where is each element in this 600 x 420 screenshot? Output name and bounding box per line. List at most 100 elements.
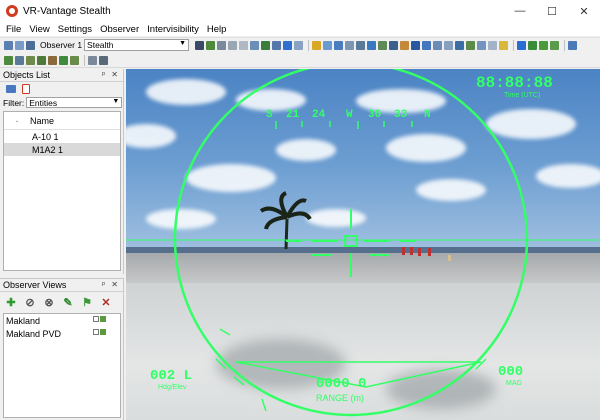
effects-icon[interactable] (400, 40, 410, 50)
network-icon[interactable] (88, 55, 97, 65)
list-item-selected[interactable]: M1A2 1 (4, 143, 120, 156)
weather-icon[interactable] (334, 40, 344, 50)
grid-icon[interactable] (239, 40, 249, 50)
list-item[interactable]: Makland (4, 314, 120, 327)
objects-list-toolbar (0, 82, 123, 96)
filter-value: Entities (29, 97, 58, 108)
sun-icon[interactable] (312, 40, 322, 50)
measure-icon[interactable] (294, 40, 304, 50)
truck-icon[interactable] (15, 55, 24, 65)
supply-icon[interactable] (48, 55, 57, 65)
list-item-label: M1A2 1 (32, 144, 64, 155)
menu-help[interactable]: Help (203, 24, 231, 35)
hud-compass: S 21 24 W 30 33 N (266, 109, 431, 121)
observer-views-title: Observer Views (3, 280, 67, 290)
toolbar-divider (513, 39, 515, 51)
orbit-icon[interactable] (550, 40, 560, 50)
route-icon[interactable] (466, 40, 476, 50)
maximize-button[interactable]: ☐ (536, 0, 568, 22)
add-view-icon[interactable]: ✚ (5, 296, 17, 309)
observer-mode-select[interactable]: Stealth ▼ (84, 39, 190, 51)
observer-mode-value: Stealth (87, 40, 114, 50)
filter-label: Filter: (3, 97, 25, 108)
settings-icon[interactable] (568, 40, 578, 50)
edit-view-icon[interactable]: ✎ (62, 296, 74, 309)
column-header-name[interactable]: Name (30, 116, 54, 126)
track-icon[interactable] (283, 40, 293, 50)
tank-icon[interactable] (4, 55, 13, 65)
crosshair-icon (286, 209, 416, 277)
move-left-icon[interactable] (517, 40, 527, 50)
app-logo-icon (6, 5, 18, 17)
overlay-icon[interactable] (422, 40, 432, 50)
compass-30: 30 (368, 109, 381, 121)
fog-icon[interactable] (345, 40, 355, 50)
save-view-icon[interactable]: ⚑ (81, 296, 93, 309)
plane-icon[interactable] (195, 40, 205, 50)
attach-icon[interactable] (528, 40, 538, 50)
record-icon[interactable] (477, 40, 487, 50)
list-item-label: A-10 1 (32, 131, 59, 142)
filter-row: Filter: Entities ▼ (0, 96, 123, 109)
menu-settings[interactable]: Settings (54, 24, 96, 35)
menu-view[interactable]: View (25, 24, 53, 35)
entity-icon[interactable] (250, 40, 260, 50)
crosshair-icon[interactable] (228, 40, 238, 50)
screenshot-icon[interactable] (488, 40, 498, 50)
infantry-icon[interactable] (59, 55, 68, 65)
clipboard-icon[interactable] (22, 84, 30, 94)
filter-select[interactable]: Entities ▼ (26, 97, 123, 108)
menu-intervisibility[interactable]: Intervisibility (143, 24, 203, 35)
hud-overlay: S 21 24 W 30 33 N 88:88:88 Time (UTC) 00… (126, 69, 600, 417)
tank-icon[interactable] (206, 40, 216, 50)
water-icon[interactable] (367, 40, 377, 50)
camera-icon[interactable] (272, 40, 282, 50)
sky-icon[interactable] (323, 40, 333, 50)
observer-label: Observer 1 (40, 40, 83, 50)
panel-pin-close-icon[interactable]: ᵖ ✕ (102, 70, 120, 79)
checkbox-icon[interactable] (93, 316, 99, 322)
close-button[interactable]: ✕ (568, 0, 600, 22)
link-icon[interactable]: ⊘ (24, 296, 36, 309)
view-flags (93, 316, 106, 322)
objects-list-header: Objects List ᵖ ✕ (0, 69, 123, 82)
observer-views-toolbar: ✚ ⊘ ⊗ ✎ ⚑ ✕ (0, 292, 123, 312)
artillery-icon[interactable] (70, 55, 79, 65)
label-icon[interactable] (433, 40, 443, 50)
map-icon[interactable] (455, 40, 465, 50)
minimize-button[interactable]: — (504, 0, 536, 22)
compass-33: 33 (394, 109, 408, 121)
toolbar-divider (308, 39, 310, 51)
list-item[interactable]: Makland PVD (4, 327, 120, 340)
delete-view-icon[interactable]: ✕ (100, 296, 112, 309)
collapse-icon[interactable]: - (4, 116, 30, 126)
rain-icon[interactable] (356, 40, 366, 50)
layout-icon[interactable] (4, 40, 13, 50)
status-icon (100, 329, 106, 335)
email-icon[interactable] (6, 85, 16, 93)
objects-list-title: Objects List (3, 70, 51, 80)
unlink-icon[interactable]: ⊗ (43, 296, 55, 309)
hud-left-value: 002 L (150, 368, 192, 384)
playback-icon[interactable] (99, 55, 108, 65)
apc-icon[interactable] (37, 55, 46, 65)
terrain-icon[interactable] (261, 40, 271, 50)
panel-pin-close-icon[interactable]: ᵖ ✕ (102, 280, 120, 289)
menu-observer[interactable]: Observer (96, 24, 143, 35)
highlight-icon[interactable] (499, 40, 509, 50)
menu-file[interactable]: File (2, 24, 25, 35)
follow-icon[interactable] (539, 40, 549, 50)
observer-views-panel: Observer Views ᵖ ✕ ✚ ⊘ ⊗ ✎ ⚑ ✕ Makland M… (0, 278, 124, 420)
vegetation-icon[interactable] (378, 40, 388, 50)
sensor-icon[interactable] (411, 40, 421, 50)
vehicle-icon[interactable] (26, 55, 35, 65)
list-item[interactable]: A-10 1 (4, 130, 120, 143)
hud-icon[interactable] (444, 40, 454, 50)
checkbox-icon[interactable] (93, 329, 99, 335)
objects-list-panel: Objects List ᵖ ✕ Filter: Entities ▼ - Na… (0, 69, 124, 274)
window-icon[interactable] (15, 40, 24, 50)
cursor-icon[interactable] (217, 40, 227, 50)
display-icon[interactable] (26, 40, 35, 50)
lighting-icon[interactable] (389, 40, 399, 50)
3d-viewport[interactable]: S 21 24 W 30 33 N 88:88:88 Time (UTC) 00… (126, 69, 600, 420)
